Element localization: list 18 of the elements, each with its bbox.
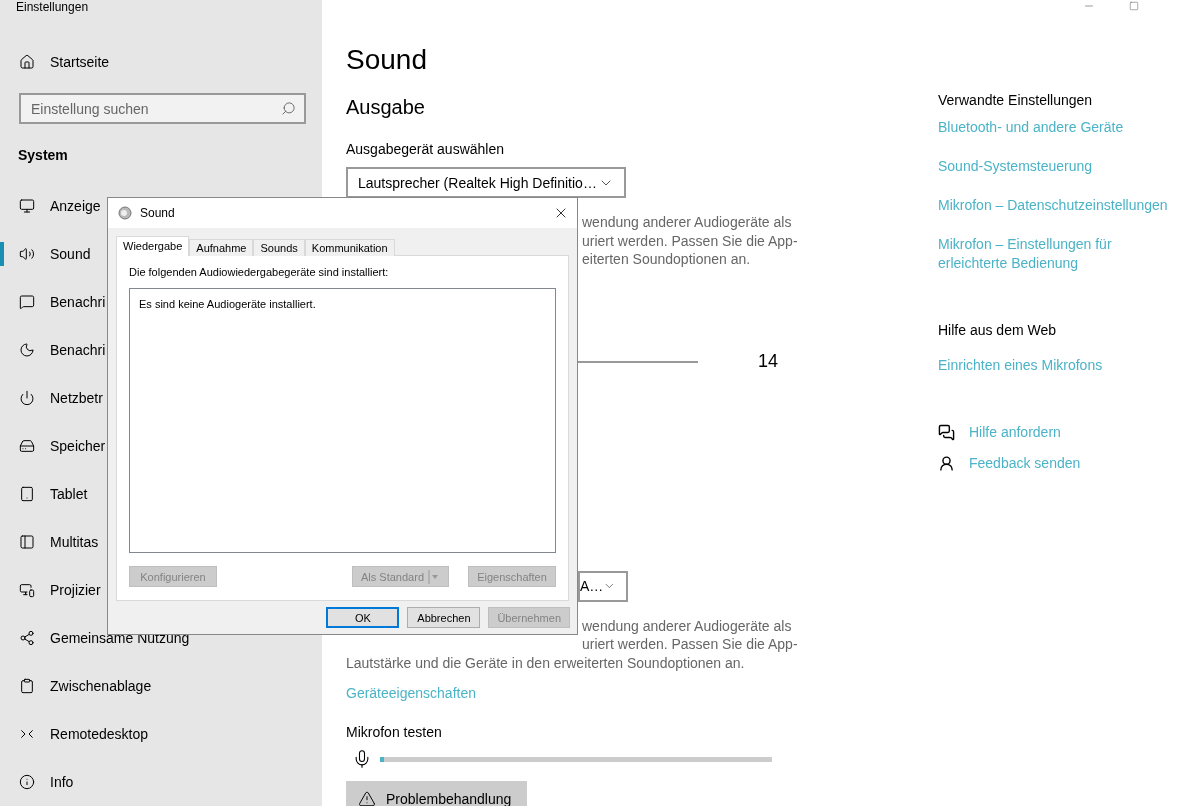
help-heading: Hilfe aus dem Web <box>938 321 1056 340</box>
section-title: System <box>17 146 69 165</box>
description-text: eiterten Soundoptionen an. <box>582 250 751 269</box>
page-title: Sound <box>346 43 427 77</box>
description-text: Lautstärke und die Geräte in den erweiterten Soundoptionen an. <box>346 653 745 672</box>
description-text: wendung anderer Audiogeräte als <box>582 213 792 232</box>
empty-message: Es sind keine Audiogeräte installiert. <box>139 298 316 310</box>
field-label: Ausgabegerät auswählen <box>346 140 504 159</box>
field-label: Mikrofon testen <box>346 723 442 742</box>
list-caption: Die folgenden Audiowiedergabegeräte sind installiert: <box>129 266 390 278</box>
description-text: uriert werden. Passen Sie die App- <box>582 635 798 654</box>
volume-value: 14 <box>758 351 779 372</box>
dialog-title: Sound <box>140 206 176 220</box>
app-title: Einstellungen <box>15 0 90 14</box>
related-heading: Verwandte Einstellungen <box>938 91 1093 110</box>
description-text: uriert werden. Passen Sie die App- <box>582 231 798 250</box>
description-text: wendung anderer Audiogeräte als <box>582 616 792 635</box>
section-heading: Ausgabe <box>346 95 425 120</box>
